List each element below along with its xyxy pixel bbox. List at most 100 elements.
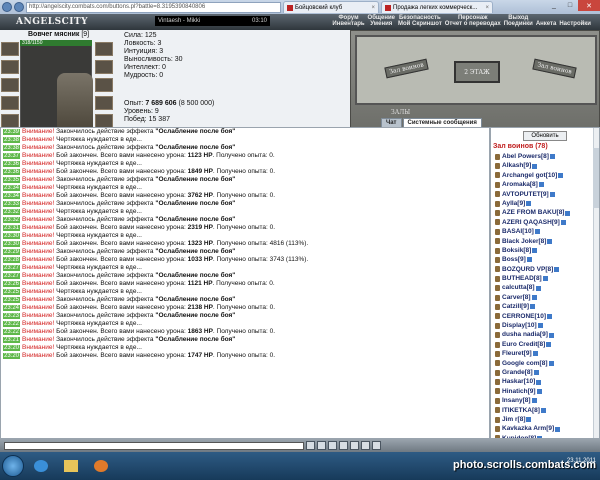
private-icon[interactable]	[495, 350, 500, 357]
info-icon[interactable]	[554, 266, 560, 272]
message-time[interactable]: 23:39	[3, 129, 21, 135]
close-tab-icon[interactable]: ×	[483, 5, 489, 11]
message-time[interactable]: 23:26	[3, 281, 21, 287]
refresh-button[interactable]: Обновить	[523, 131, 567, 141]
private-icon[interactable]	[495, 407, 500, 414]
info-icon[interactable]	[548, 332, 554, 338]
player-name[interactable]: Carver[8]	[502, 293, 531, 302]
message-time[interactable]: 23:22	[3, 329, 21, 335]
private-icon[interactable]	[495, 210, 500, 217]
message-time[interactable]: 23:33	[3, 201, 21, 207]
ie-taskbar-icon[interactable]	[28, 456, 54, 476]
media-taskbar-icon[interactable]	[88, 456, 114, 476]
message-time[interactable]: 23:32	[3, 209, 21, 215]
minimize-icon[interactable]: _	[546, 0, 562, 11]
player-name[interactable]: BOZQURD VP[8]	[502, 265, 553, 274]
player-name[interactable]: CERRONE[10]	[502, 312, 546, 321]
private-icon[interactable]	[495, 191, 500, 198]
info-icon[interactable]	[535, 285, 541, 291]
menu-item[interactable]: Поединки	[504, 21, 533, 27]
info-icon[interactable]	[532, 248, 538, 254]
message-time[interactable]: 23:24	[3, 305, 21, 311]
clear-icon[interactable]	[328, 441, 337, 450]
player-name[interactable]: Alkash[9]	[502, 161, 531, 170]
message-time[interactable]: 23:36	[3, 161, 21, 167]
private-icon[interactable]	[495, 294, 500, 301]
player-name[interactable]: Jim r[8]	[502, 415, 525, 424]
player-entry[interactable]: calcutta[8]	[491, 283, 599, 292]
left-door-button[interactable]: Зал воинов	[384, 58, 429, 79]
info-icon[interactable]	[530, 304, 536, 310]
info-icon[interactable]	[555, 426, 561, 432]
private-icon[interactable]	[495, 313, 500, 320]
message-time[interactable]: 23:32	[3, 217, 21, 223]
player-name[interactable]: Aromaka[8]	[502, 180, 538, 189]
player-name[interactable]: Black Joker[8]	[502, 237, 546, 246]
tab-chat[interactable]: Чат	[381, 118, 402, 127]
tab-game[interactable]: Бойцовский клуб ×	[283, 1, 379, 13]
private-icon[interactable]	[495, 379, 500, 386]
info-icon[interactable]	[526, 257, 532, 263]
floor-button[interactable]: 2 ЭТАЖ	[454, 61, 500, 83]
chat-log[interactable]: 23:39 Внимание! Закончилось действие эффе…	[0, 127, 490, 439]
info-icon[interactable]	[533, 370, 539, 376]
player-entry[interactable]: Insany[8]	[491, 396, 599, 405]
player-name[interactable]: Euro Credit[8]	[502, 340, 545, 349]
private-icon[interactable]	[495, 163, 500, 170]
equip-slot[interactable]	[1, 42, 19, 56]
player-name[interactable]: Kavkazka Arm[9]	[502, 424, 554, 433]
player-name[interactable]: Grande[8]	[502, 368, 533, 377]
player-entry[interactable]: Black Joker[8]	[491, 237, 599, 246]
info-icon[interactable]	[549, 191, 555, 197]
message-time[interactable]: 23:30	[3, 233, 21, 239]
message-time[interactable]: 23:22	[3, 321, 21, 327]
info-icon[interactable]	[546, 342, 552, 347]
message-time[interactable]: 23:34	[3, 185, 21, 191]
equip-slot[interactable]	[1, 96, 19, 110]
equip-slot[interactable]	[95, 78, 113, 92]
player-name[interactable]: Insany[8]	[502, 396, 531, 405]
private-icon[interactable]	[495, 172, 500, 179]
start-button-icon[interactable]	[2, 455, 24, 477]
sound-icon[interactable]	[361, 441, 370, 450]
info-icon[interactable]	[542, 276, 548, 282]
message-time[interactable]: 23:29	[3, 249, 21, 255]
player-entry[interactable]: Jim r[8]	[491, 415, 599, 424]
private-icon[interactable]	[495, 238, 500, 245]
message-time[interactable]: 23:20	[3, 345, 21, 351]
info-icon[interactable]	[558, 172, 564, 178]
info-icon[interactable]	[565, 210, 571, 216]
address-bar[interactable]: http://angelscity.combats.com/buttons.pl…	[26, 1, 281, 13]
player-entry[interactable]: Google com[8]	[491, 359, 599, 368]
private-icon[interactable]	[495, 228, 500, 235]
player-name[interactable]: calcutta[8]	[502, 283, 535, 292]
player-entry[interactable]: Abel Powers[8]	[491, 152, 599, 161]
private-icon[interactable]	[495, 332, 500, 339]
info-icon[interactable]	[537, 323, 543, 329]
forward-icon[interactable]	[14, 2, 24, 12]
private-icon[interactable]	[495, 388, 500, 395]
player-name[interactable]: Boss[9]	[502, 255, 526, 264]
player-entry[interactable]: BOZQURD VP[8]	[491, 265, 599, 274]
player-entry[interactable]: ITIKETKA[8]	[491, 406, 599, 415]
video-player-bar[interactable]: Vintaesh - Mikki 03:10	[155, 16, 270, 26]
send-icon[interactable]	[306, 441, 315, 450]
info-icon[interactable]	[536, 388, 542, 394]
menu-item[interactable]: Настройки	[559, 21, 591, 27]
scroll-thumb[interactable]	[593, 148, 599, 208]
message-time[interactable]: 23:27	[3, 273, 21, 279]
info-icon[interactable]	[547, 238, 553, 244]
message-time[interactable]: 23:36	[3, 169, 21, 175]
menu-item[interactable]: Анкета	[536, 21, 557, 27]
player-name[interactable]: Haskar[10]	[502, 377, 535, 386]
scrollbar[interactable]	[593, 128, 599, 438]
equip-slot[interactable]	[1, 78, 19, 92]
tab-ads[interactable]: Продажа легких коммерческ... ×	[381, 1, 493, 13]
player-entry[interactable]: AZE FROM BAKU[8]	[491, 208, 599, 217]
private-icon[interactable]	[495, 416, 500, 423]
menu-item[interactable]: Отчет о переводах	[445, 21, 501, 27]
player-entry[interactable]: Archangel got[10]	[491, 171, 599, 180]
info-icon[interactable]	[532, 163, 538, 169]
player-entry[interactable]: Boksik[8]	[491, 246, 599, 255]
player-entry[interactable]: BASAI[10]	[491, 227, 599, 236]
